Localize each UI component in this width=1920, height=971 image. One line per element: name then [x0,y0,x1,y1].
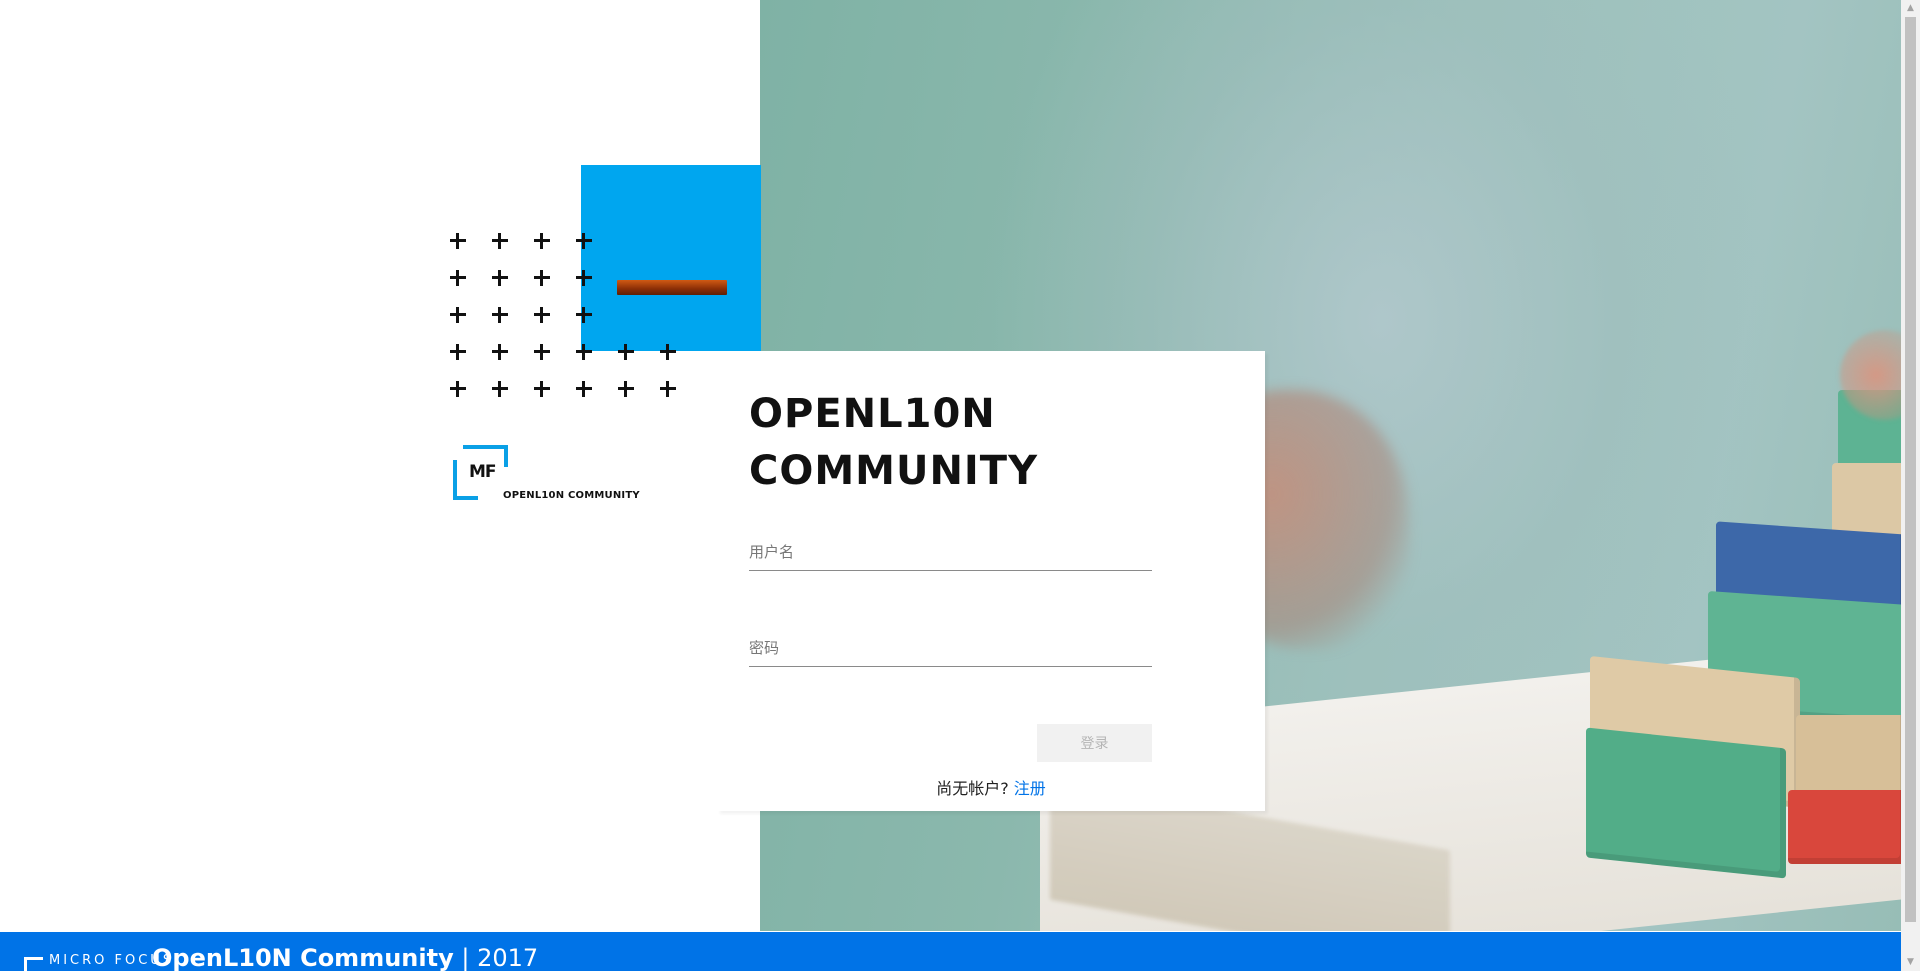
plus-icon [576,233,592,249]
password-input[interactable] [749,630,1152,666]
plus-icon [660,381,676,397]
plus-icon [660,344,676,360]
plus-icon [450,381,466,397]
plus-icon [450,344,466,360]
plus-icon [534,233,550,249]
plus-icon [450,270,466,286]
no-account-text: 尚无帐户? [936,779,1014,798]
plus-icon [618,381,634,397]
plus-icon [492,233,508,249]
vertical-scrollbar[interactable]: ▲ ▼ [1901,0,1920,971]
mf-logo: MF OPENL10N COMMUNITY [453,445,673,505]
login-page: MF OPENL10N COMMUNITY OPENL10N COMMUNITY… [0,0,1920,971]
plus-icon [450,307,466,323]
plus-icon [576,344,592,360]
plus-icon [576,381,592,397]
plus-icon [618,344,634,360]
login-title: OPENL10N COMMUNITY [749,391,1039,494]
scroll-up-icon[interactable]: ▲ [1901,0,1920,17]
plus-icon [534,344,550,360]
plus-icon [534,270,550,286]
username-input[interactable] [749,534,1152,570]
footer-separator: | [453,944,478,971]
plus-icon [492,307,508,323]
mf-logo-mark: MF [469,462,497,482]
password-field [749,630,1152,667]
footer-year: 2017 [477,944,539,971]
mf-logo-caption: OPENL10N COMMUNITY [503,490,640,501]
plus-icon [534,381,550,397]
register-link[interactable]: 注册 [1014,779,1046,798]
scroll-down-icon[interactable]: ▼ [1901,954,1920,971]
register-prompt: 尚无帐户? 注册 [717,775,1265,799]
plus-icon [492,344,508,360]
plus-icon [492,381,508,397]
plus-pattern [450,233,680,413]
scrollbar-thumb[interactable] [1905,17,1916,922]
footer-product-name: OpenL10N Community [152,944,454,971]
footer-product: OpenL10N Community | 2017 [152,944,538,971]
hero-block-red [1788,790,1901,864]
micro-focus-mark-icon [24,957,43,971]
plus-icon [534,307,550,323]
plus-icon [576,270,592,286]
plus-icon [492,270,508,286]
plus-icon [576,307,592,323]
username-field [749,534,1152,571]
hero-block-green-bottom [1586,727,1786,879]
footer-bar: MICRO FOCUS OpenL10N Community | 2017 [0,932,1901,971]
login-button[interactable]: 登录 [1037,724,1152,762]
plus-icon [450,233,466,249]
login-card: OPENL10N COMMUNITY [717,351,1265,811]
